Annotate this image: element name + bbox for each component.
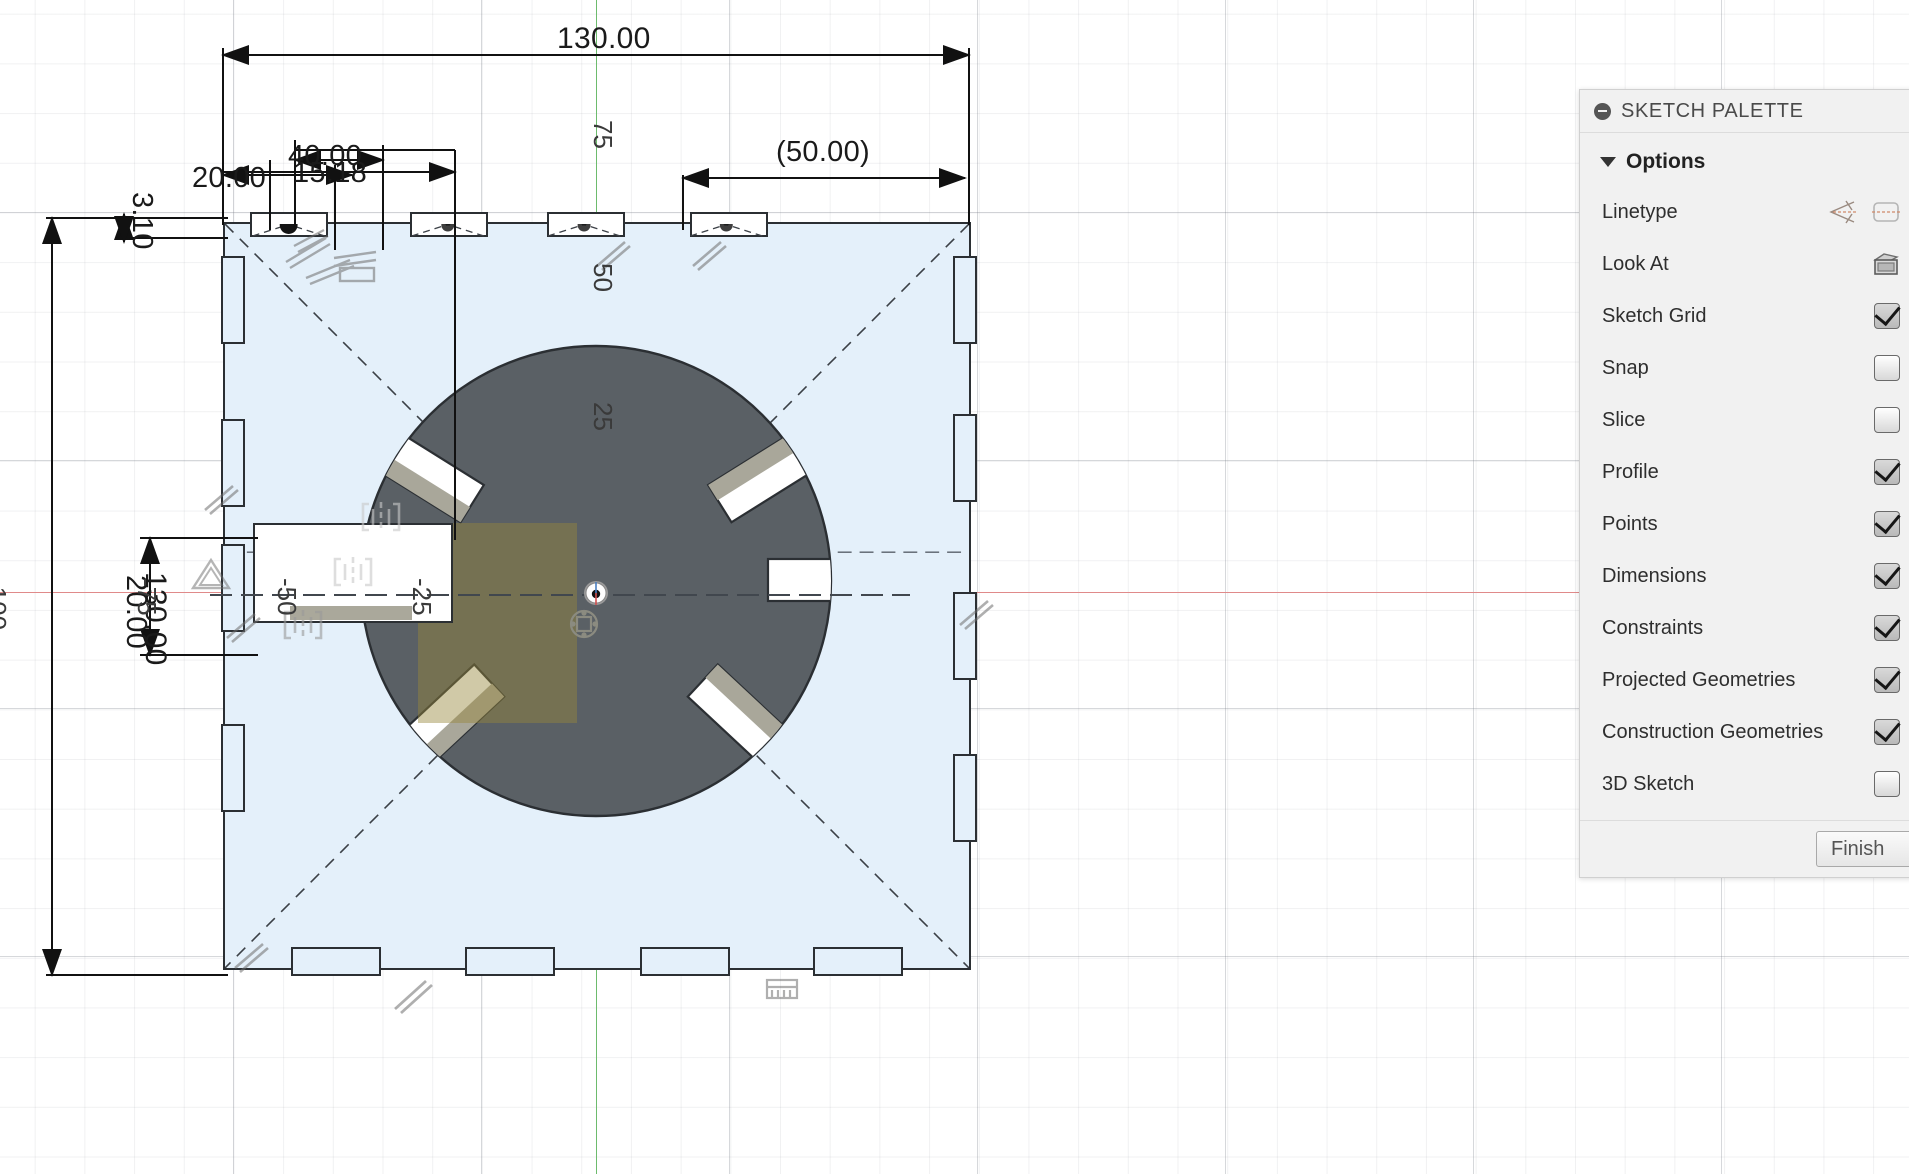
look-at-camera-icon[interactable] [1872,251,1900,277]
option-row-3d-sketch[interactable]: 3D Sketch [1580,758,1909,810]
collapse-minus-icon[interactable] [1594,102,1611,120]
sketch-palette-title: SKETCH PALETTE [1621,99,1804,122]
checkbox-dimensions[interactable] [1874,563,1900,589]
grid-label-50: 50 [588,263,618,292]
option-label-projected-geometries: Projected Geometries [1602,668,1796,691]
checkbox-slice[interactable] [1874,407,1900,433]
grid-label-minus-50: -50 [272,578,302,616]
finish-sketch-button[interactable]: Finish [1816,831,1909,867]
option-row-constraints[interactable]: Constraints [1580,602,1909,654]
option-label-points: Points [1602,512,1658,535]
dimension-3-10[interactable]: 3.10 [125,192,158,250]
dimension-15-18[interactable]: 15.18 [293,157,367,190]
grid-label-25: 25 [588,402,618,431]
option-label-look-at: Look At [1602,252,1669,275]
option-label-profile: Profile [1602,460,1659,483]
option-label-construction-geometries: Construction Geometries [1602,720,1824,743]
option-label-slice: Slice [1602,408,1646,431]
grid-label-minus-100: -100 [0,578,12,631]
checkbox-profile[interactable] [1874,459,1900,485]
checkbox-points[interactable] [1874,511,1900,537]
option-label-dimensions: Dimensions [1602,564,1707,587]
checkbox-constraints[interactable] [1874,615,1900,641]
chevron-down-icon[interactable] [1600,157,1616,167]
option-row-projected-geometries[interactable]: Projected Geometries [1580,654,1909,706]
option-row-profile[interactable]: Profile [1580,446,1909,498]
option-label-constraints: Constraints [1602,616,1704,639]
option-row-look-at[interactable]: Look At [1580,238,1909,290]
option-label-3d-sketch: 3D Sketch [1602,772,1695,795]
option-row-sketch-grid[interactable]: Sketch Grid [1580,290,1909,342]
dimension-20-horizontal[interactable]: 20.00 [192,162,266,195]
checkbox-snap[interactable] [1874,355,1900,381]
sketch-palette-footer: Finish [1580,820,1909,877]
option-label-snap: Snap [1602,356,1649,379]
sketch-palette-header[interactable]: SKETCH PALETTE [1580,90,1909,133]
option-row-linetype[interactable]: Linetype [1580,186,1909,238]
dimension-50-reference[interactable]: (50.00) [776,136,870,169]
sketch-palette-panel[interactable]: SKETCH PALETTE Options Linetype Look At … [1579,89,1909,878]
centerline-rectangle-icon[interactable] [1870,199,1900,225]
construction-line-icon[interactable] [1828,199,1858,225]
grid-label-minus-75: -75 [132,578,162,616]
option-label-linetype: Linetype [1602,200,1678,223]
option-row-snap[interactable]: Snap [1580,342,1909,394]
checkbox-construction-geometries[interactable] [1874,719,1900,745]
options-section-header[interactable]: Options [1580,141,1909,186]
option-row-slice[interactable]: Slice [1580,394,1909,446]
option-row-dimensions[interactable]: Dimensions [1580,550,1909,602]
options-section-label: Options [1626,150,1706,173]
checkbox-sketch-grid[interactable] [1874,303,1900,329]
option-row-construction-geometries[interactable]: Construction Geometries [1580,706,1909,758]
sketch-palette-body: Options Linetype Look At Sketch Grid Sna… [1580,133,1909,820]
grid-label-75: 75 [588,120,618,149]
dimension-130-width[interactable]: 130.00 [557,22,651,56]
checkbox-3d-sketch[interactable] [1874,771,1900,797]
option-label-sketch-grid: Sketch Grid [1602,304,1707,327]
grid-label-minus-25: -25 [407,578,437,616]
option-row-points[interactable]: Points [1580,498,1909,550]
checkbox-projected-geometries[interactable] [1874,667,1900,693]
